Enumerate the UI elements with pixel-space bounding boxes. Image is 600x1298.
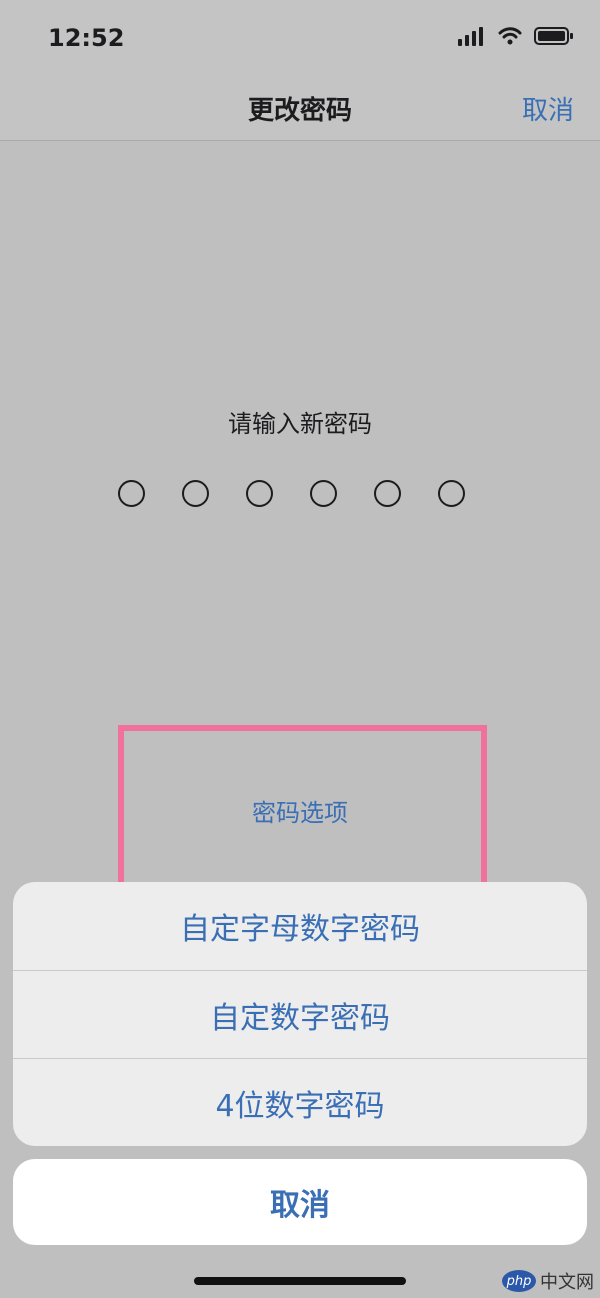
option-custom-alphanumeric[interactable]: 自定字母数字密码 xyxy=(13,882,587,970)
passcode-dot xyxy=(310,480,337,507)
status-icons xyxy=(458,26,574,46)
nav-cancel-button[interactable]: 取消 xyxy=(522,90,574,127)
wifi-icon xyxy=(498,27,522,45)
passcode-dot xyxy=(182,480,209,507)
navigation-bar: 更改密码 取消 xyxy=(0,78,600,141)
watermark: php 中文网 xyxy=(502,1268,594,1294)
passcode-dot xyxy=(374,480,401,507)
highlight-annotation-box xyxy=(118,725,487,895)
home-indicator xyxy=(194,1277,406,1285)
passcode-prompt: 请输入新密码 xyxy=(228,410,372,438)
battery-icon xyxy=(534,27,573,45)
passcode-dot xyxy=(118,480,145,507)
action-sheet: 自定字母数字密码 自定数字密码 4位数字密码 xyxy=(13,882,587,1146)
passcode-dot xyxy=(438,480,465,507)
status-time: 12:52 xyxy=(48,24,125,52)
action-sheet-cancel-button[interactable]: 取消 xyxy=(13,1159,587,1245)
cellular-signal-icon xyxy=(458,27,483,46)
option-4-digit[interactable]: 4位数字密码 xyxy=(13,1058,587,1146)
status-bar: 12:52 xyxy=(0,0,600,78)
watermark-text: 中文网 xyxy=(540,1272,594,1293)
page-title: 更改密码 xyxy=(247,96,352,126)
option-custom-numeric[interactable]: 自定数字密码 xyxy=(13,970,587,1058)
php-logo-icon: php xyxy=(502,1270,536,1292)
passcode-dots xyxy=(118,480,465,507)
passcode-dot xyxy=(246,480,273,507)
